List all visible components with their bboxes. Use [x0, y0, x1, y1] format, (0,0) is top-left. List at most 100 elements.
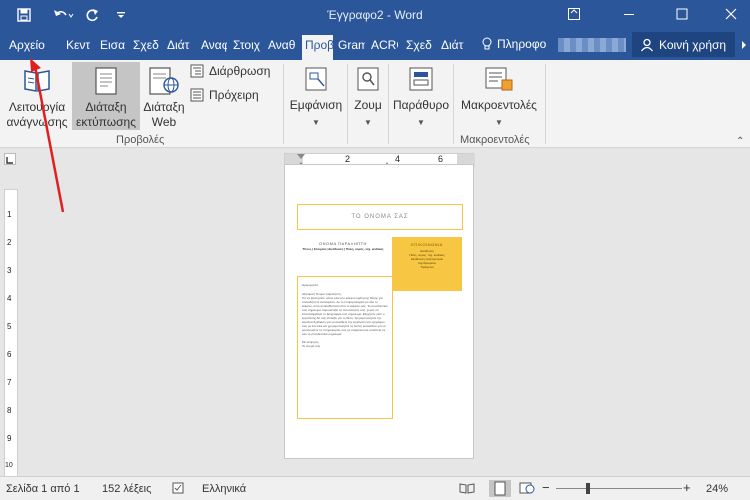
name-box: ΤΟ ΟΝΟΜΑ ΣΑΣ: [297, 204, 463, 230]
outline-button[interactable]: Διάρθρωση: [190, 64, 270, 78]
letter-body-box: Ημερομηνία Αξιότιμε/η Όνομα παραλήπτη, Γ…: [297, 276, 393, 419]
read-mode-label-2: ανάγνωσης: [6, 115, 68, 129]
ribbon-view: Λειτουργία ανάγνωσης Διάταξη εκτύπωσης Δ…: [0, 60, 750, 148]
ribbon-separator: [545, 64, 546, 144]
title-bar: Έγγραφο2 - Word: [0, 0, 750, 30]
print-layout-label-2: εκτύπωσης: [76, 115, 136, 129]
tab-acrobat[interactable]: ACRO: [371, 38, 398, 52]
draft-icon: [190, 88, 204, 102]
zoom-out-icon[interactable]: −: [542, 480, 550, 495]
page-icon: [95, 67, 117, 95]
macros-button[interactable]: Μακροεντολές ▼: [456, 62, 542, 130]
web-layout-button[interactable]: Διάταξη Web: [142, 62, 186, 130]
ruler-mark: 6: [7, 350, 12, 359]
zoom-slider-thumb[interactable]: [586, 483, 590, 494]
show-icon: [305, 67, 327, 91]
contact-box: ΕΠΙΚΟΙΝΩΝΙΑ Διεύθυνση Πόλη, νομός, ταχ. …: [392, 237, 462, 291]
web-layout-view-icon[interactable]: [519, 482, 535, 497]
show-button[interactable]: Εμφάνιση ▼: [286, 62, 346, 130]
letter-signature: Το όνομά σας: [302, 344, 321, 348]
ruler-mark: 3: [7, 266, 12, 275]
macros-label: Μακροεντολές: [461, 98, 537, 112]
document-page[interactable]: ΤΟ ΟΝΟΜΑ ΣΑΣ ΟΝΟΜΑ ΠΑΡΑΛΗΠΤΗ Τίτλος | Ετ…: [284, 164, 474, 459]
ruler-mark: 5: [7, 322, 12, 331]
share-button[interactable]: Κοινή χρήση: [632, 32, 735, 57]
tab-grammarly[interactable]: Gram: [338, 38, 365, 52]
share-label: Κοινή χρήση: [659, 37, 727, 52]
read-mode-button[interactable]: Λειτουργία ανάγνωσης: [4, 62, 70, 130]
ruler-mark: 9: [7, 434, 12, 443]
print-layout-view-icon[interactable]: [489, 480, 511, 497]
tab-references[interactable]: Αναφ: [201, 38, 227, 52]
window-button[interactable]: Παράθυρο ▼: [390, 62, 452, 130]
print-layout-label-1: Διάταξη: [85, 100, 127, 114]
ruler-mark: 2: [7, 238, 12, 247]
outline-label: Διάρθρωση: [209, 64, 271, 78]
ruler-mark: 4: [7, 294, 12, 303]
letter-body: Για να ξεκινήσετε, κάντε κλικ στο κείμεν…: [302, 296, 388, 336]
language-label[interactable]: Ελληνικά: [202, 483, 246, 495]
word-count[interactable]: 152 λέξεις: [102, 483, 151, 495]
vertical-ruler[interactable]: 1 2 3 4 5 6 7 8 9 10: [4, 189, 18, 479]
zoom-button[interactable]: Ζουμ ▼: [350, 62, 386, 130]
ribbon-separator: [453, 64, 454, 144]
tab-design[interactable]: Σχεδ: [133, 38, 161, 52]
tab-home[interactable]: Κεντ: [66, 38, 94, 52]
read-mode-view-icon[interactable]: [459, 482, 475, 497]
ruler-mark: 4: [395, 154, 401, 164]
tab-layout[interactable]: Διάτ: [167, 38, 193, 52]
zoom-level[interactable]: 24%: [706, 483, 728, 495]
tab-design-2[interactable]: Σχεδ: [406, 38, 434, 52]
tab-insert[interactable]: Εισα: [100, 38, 128, 52]
tell-me-box[interactable]: Πληροφο: [481, 37, 547, 51]
recipient-title: ΟΝΟΜΑ ΠΑΡΑΛΗΠΤΗ: [319, 241, 367, 246]
zoom-caret-icon: ▼: [364, 118, 372, 127]
collapse-ribbon-icon[interactable]: ⌃: [736, 136, 744, 147]
ruler-mark: 6: [438, 154, 444, 164]
ruler-mark: 7: [7, 378, 12, 387]
status-bar: Σελίδα 1 από 1 152 λέξεις Ελληνικά − + 2…: [0, 476, 750, 500]
web-layout-label-2: Web: [151, 115, 177, 129]
tab-layout-2[interactable]: Διάτ: [441, 38, 468, 52]
proofing-icon[interactable]: [172, 482, 186, 497]
contact-line: Τηλέφωνο: [420, 265, 434, 269]
ruler-mark: 2: [345, 154, 351, 164]
ribbon-separator: [388, 64, 389, 144]
ribbon-display-options-icon[interactable]: [555, 2, 593, 26]
views-group-label: Προβολές: [116, 134, 165, 146]
web-layout-label-1: Διάταξη: [143, 100, 185, 114]
account-name-redacted[interactable]: [558, 38, 626, 52]
outline-icon: [190, 64, 204, 78]
scroll-tabs-right-icon[interactable]: [740, 39, 748, 53]
page-count[interactable]: Σελίδα 1 από 1: [6, 483, 80, 495]
magnifier-icon: [357, 67, 379, 91]
book-icon: [24, 70, 50, 92]
tab-selector-icon[interactable]: [4, 153, 16, 165]
close-icon[interactable]: [712, 2, 750, 26]
window-label: Παράθυρο: [392, 98, 450, 112]
recipient-line: Τίτλος | Εταιρεία | Διεύθυνση | Πόλη, νο…: [302, 247, 384, 251]
zoom-in-icon[interactable]: +: [683, 480, 691, 495]
zoom-slider-track[interactable]: [556, 488, 682, 489]
tab-view[interactable]: Προβ: [302, 35, 333, 60]
tab-review[interactable]: Αναθ: [268, 38, 296, 52]
macros-caret-icon: ▼: [495, 118, 503, 127]
print-layout-button[interactable]: Διάταξη εκτύπωσης: [72, 62, 140, 130]
ruler-mark: 1: [7, 210, 12, 219]
person-icon: [640, 38, 654, 51]
window-caret-icon: ▼: [417, 118, 425, 127]
tab-file[interactable]: Αρχείο: [9, 38, 45, 52]
ruler-mark: 8: [7, 406, 12, 415]
draft-button[interactable]: Πρόχειρη: [190, 88, 259, 102]
macros-group-label: Μακροεντολές: [460, 134, 530, 146]
maximize-icon[interactable]: [663, 2, 701, 26]
ruler-mark: 10: [5, 462, 13, 469]
letter-date: Ημερομηνία: [302, 283, 318, 287]
contact-title: ΕΠΙΚΟΙΝΩΝΙΑ: [411, 242, 443, 247]
tell-me-label: Πληροφο: [497, 37, 547, 51]
minimize-icon[interactable]: [610, 2, 648, 26]
ribbon-separator: [347, 64, 348, 144]
tab-mailings[interactable]: Στοιχ: [233, 38, 261, 52]
document-area: 2 4 6 1 2 3 4 5 6 7 8 9 10 ΤΟ ΟΝΟΜΑ ΣΑΣ …: [0, 149, 750, 479]
draft-label: Πρόχειρη: [209, 88, 259, 102]
